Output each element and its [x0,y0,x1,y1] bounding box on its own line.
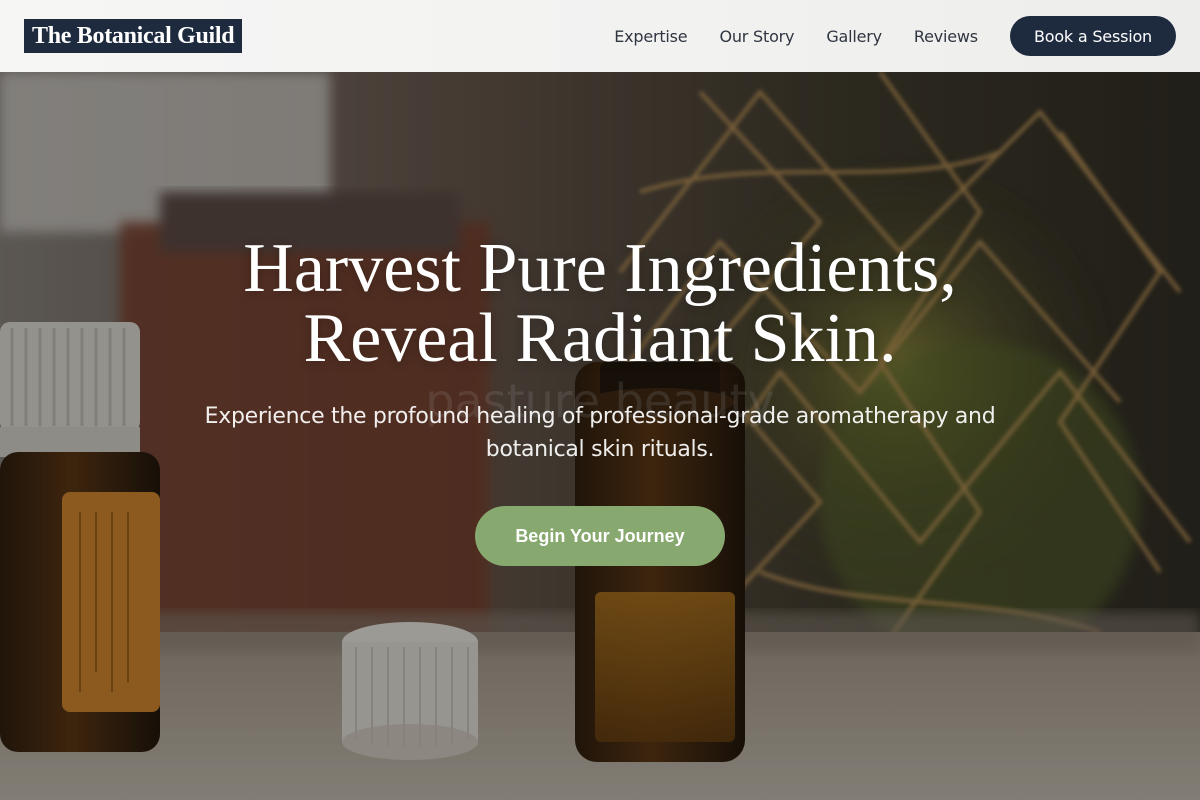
nav-link-expertise[interactable]: Expertise [614,27,687,46]
hero-subtitle: Experience the profound healing of profe… [204,404,996,462]
hero-title-line-2: Reveal Radiant Skin. [303,300,897,377]
hero-title: Harvest Pure Ingredients, Reveal Radiant… [0,234,1200,374]
nav-link-reviews[interactable]: Reviews [914,27,978,46]
site-header: The Botanical Guild Expertise Our Story … [0,0,1200,72]
hero-title-line-1: Harvest Pure Ingredients, [243,230,957,307]
logo[interactable]: The Botanical Guild [24,19,243,53]
nav-link-gallery[interactable]: Gallery [826,27,882,46]
begin-journey-button[interactable]: Begin Your Journey [475,506,725,566]
main-nav: Expertise Our Story Gallery Reviews [614,27,978,46]
nav-link-our-story[interactable]: Our Story [719,27,794,46]
book-session-button[interactable]: Book a Session [1009,16,1176,56]
